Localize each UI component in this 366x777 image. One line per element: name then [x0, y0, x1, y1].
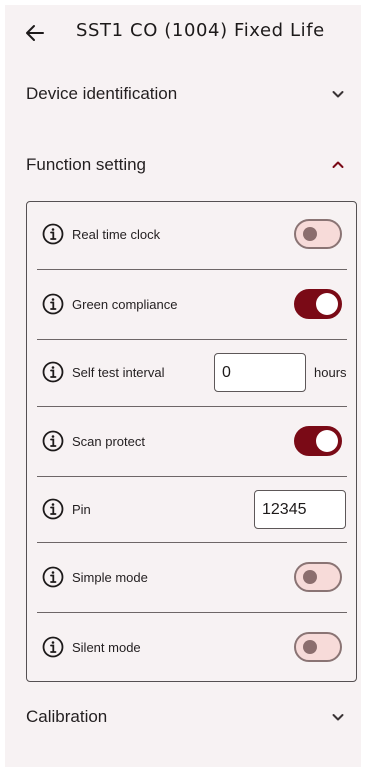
section-calibration[interactable]: Calibration	[5, 697, 361, 737]
toggle-real-time-clock[interactable]	[294, 219, 342, 249]
info-icon[interactable]	[42, 430, 64, 452]
toggle-green-compliance[interactable]	[294, 289, 342, 319]
arrow-left-icon	[26, 25, 44, 41]
row-real-time-clock: Real time clock	[27, 202, 356, 269]
info-icon[interactable]	[42, 566, 64, 588]
device-settings-screen: SST1 CO (1004) Fixed Life Device identif…	[5, 5, 361, 767]
toggle-knob	[303, 570, 317, 584]
toggle-knob	[316, 293, 338, 315]
section-device-identification[interactable]: Device identification	[5, 74, 361, 114]
section-title-device-identification: Device identification	[26, 84, 178, 103]
row-self-test-interval: Self test interval hours	[27, 340, 356, 406]
info-icon[interactable]	[42, 223, 64, 245]
label-pin: Pin	[72, 502, 91, 517]
section-title-calibration: Calibration	[26, 707, 108, 726]
function-setting-card: Real time clock Green compliance Self te…	[26, 201, 357, 682]
label-real-time-clock: Real time clock	[72, 227, 161, 242]
info-icon[interactable]	[42, 636, 64, 658]
toggle-silent-mode[interactable]	[294, 632, 342, 662]
row-simple-mode: Simple mode	[27, 543, 356, 612]
label-self-test-interval: Self test interval	[72, 365, 165, 380]
page-title: SST1 CO (1004) Fixed Life	[76, 20, 325, 41]
back-button[interactable]	[17, 17, 53, 49]
toggle-knob	[316, 430, 338, 452]
info-icon[interactable]	[42, 498, 64, 520]
row-green-compliance: Green compliance	[27, 270, 356, 339]
label-simple-mode: Simple mode	[72, 570, 148, 585]
row-silent-mode: Silent mode	[27, 613, 356, 681]
self-test-interval-input[interactable]	[214, 353, 306, 392]
toggle-knob	[303, 227, 317, 241]
unit-hours: hours	[314, 365, 347, 380]
label-scan-protect: Scan protect	[72, 434, 145, 449]
chevron-down-icon	[332, 714, 344, 721]
toggle-scan-protect[interactable]	[294, 426, 342, 456]
label-silent-mode: Silent mode	[72, 640, 141, 655]
toggle-simple-mode[interactable]	[294, 562, 342, 592]
chevron-up-icon	[332, 161, 344, 168]
section-title-function-setting: Function setting	[26, 155, 147, 174]
row-pin: Pin	[27, 477, 356, 542]
app-bar: SST1 CO (1004) Fixed Life	[5, 5, 361, 61]
chevron-down-icon	[332, 91, 344, 98]
info-icon[interactable]	[42, 361, 64, 383]
row-scan-protect: Scan protect	[27, 407, 356, 476]
info-icon[interactable]	[42, 293, 64, 315]
toggle-knob	[303, 640, 317, 654]
pin-input[interactable]	[254, 490, 346, 529]
label-green-compliance: Green compliance	[72, 297, 178, 312]
section-function-setting[interactable]: Function setting	[5, 145, 361, 185]
